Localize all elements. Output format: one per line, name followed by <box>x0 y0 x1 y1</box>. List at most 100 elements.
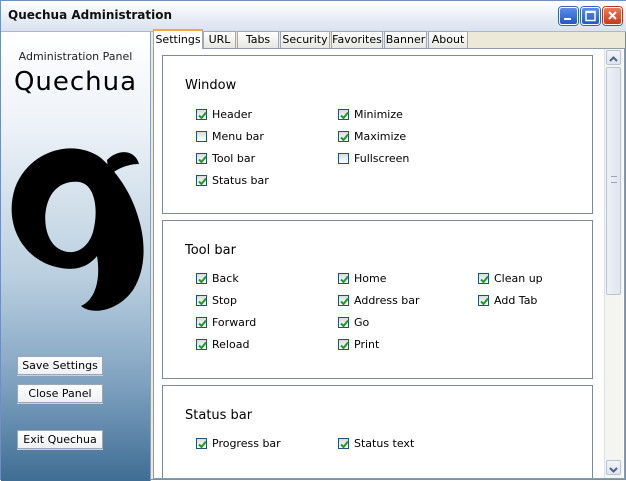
checkbox-box[interactable] <box>338 131 349 142</box>
checkmark-icon <box>198 341 207 350</box>
tab-url[interactable]: URL <box>203 31 236 48</box>
checkmark-icon <box>198 177 207 186</box>
checkmark-icon <box>198 275 207 284</box>
checkbox-tool-bar[interactable]: Tool bar <box>196 152 255 166</box>
tab-security[interactable]: Security <box>280 31 330 48</box>
quechua-logo <box>11 148 144 311</box>
statusbar-group: Status bar Progress bar Status text <box>162 385 593 478</box>
scroll-down-button[interactable] <box>606 460 621 475</box>
checkbox-forward[interactable]: Forward <box>196 316 256 330</box>
window-title: Quechua Administration <box>8 8 173 22</box>
brand-title: Quechua <box>13 67 138 97</box>
checkbox-address-bar[interactable]: Address bar <box>338 294 420 308</box>
checkbox-box[interactable] <box>338 438 349 449</box>
checkbox-progress-bar[interactable]: Progress bar <box>196 437 281 451</box>
window-group: Window Header Menu bar Tool bar Status b… <box>162 55 593 214</box>
checkbox-label: Tool bar <box>212 152 256 165</box>
checkmark-icon <box>198 111 207 120</box>
close-icon <box>608 11 617 20</box>
checkmark-icon <box>340 297 349 306</box>
checkbox-clean-up[interactable]: Clean up <box>478 272 543 286</box>
maximize-button[interactable] <box>581 7 600 25</box>
checkbox-maximize[interactable]: Maximize <box>338 130 406 144</box>
checkbox-label: Status bar <box>212 174 269 187</box>
maximize-icon <box>585 10 596 22</box>
checkbox-go[interactable]: Go <box>338 316 369 330</box>
grip-icon <box>611 176 617 183</box>
exit-quechua-button[interactable]: Exit Quechua <box>17 430 103 449</box>
checkmark-icon <box>198 319 207 328</box>
checkmark-icon <box>340 133 349 142</box>
tab-settings[interactable]: Settings <box>153 29 203 49</box>
checkbox-box[interactable] <box>338 339 349 350</box>
checkmark-icon <box>340 275 349 284</box>
checkbox-box[interactable] <box>196 273 207 284</box>
toolbar-group: Tool bar Back Stop Forward Reload Home A… <box>162 220 593 379</box>
checkbox-box[interactable] <box>338 273 349 284</box>
checkbox-box[interactable] <box>338 295 349 306</box>
panel-label: Administration Panel <box>18 50 133 63</box>
checkbox-box[interactable] <box>478 273 489 284</box>
group-title: Window <box>185 78 237 93</box>
checkbox-label: Reload <box>212 338 250 351</box>
checkbox-label: Status text <box>354 437 415 450</box>
checkbox-status-bar[interactable]: Status bar <box>196 174 269 188</box>
checkbox-fullscreen[interactable]: Fullscreen <box>338 152 409 166</box>
checkbox-header[interactable]: Header <box>196 108 252 122</box>
vertical-scrollbar[interactable] <box>604 49 623 478</box>
checkbox-label: Stop <box>212 294 238 307</box>
checkbox-box[interactable] <box>196 153 207 164</box>
checkbox-label: Menu bar <box>212 130 264 143</box>
checkbox-stop[interactable]: Stop <box>196 294 237 308</box>
scroll-up-button[interactable] <box>606 50 621 65</box>
checkbox-label: Home <box>354 272 387 285</box>
minimize-button[interactable] <box>559 7 578 25</box>
checkbox-minimize[interactable]: Minimize <box>338 108 403 122</box>
checkbox-box[interactable] <box>196 295 207 306</box>
checkbox-box[interactable] <box>478 295 489 306</box>
scroll-thumb[interactable] <box>606 67 621 295</box>
checkbox-box[interactable] <box>196 109 207 120</box>
checkbox-box[interactable] <box>196 339 207 350</box>
checkbox-box[interactable] <box>338 109 349 120</box>
checkbox-box[interactable] <box>338 317 349 328</box>
checkbox-label: Maximize <box>354 130 407 143</box>
checkbox-status-text[interactable]: Status text <box>338 437 414 451</box>
title-bar[interactable]: Quechua Administration <box>1 1 626 32</box>
checkmark-icon <box>480 275 489 284</box>
checkmark-icon <box>340 341 349 350</box>
checkmark-icon <box>198 440 207 449</box>
checkbox-box[interactable] <box>196 131 207 142</box>
scroll-up-icon <box>609 56 618 62</box>
checkbox-reload[interactable]: Reload <box>196 338 249 352</box>
checkbox-label: Print <box>354 338 380 351</box>
checkbox-box[interactable] <box>196 175 207 186</box>
checkbox-home[interactable]: Home <box>338 272 386 286</box>
checkbox-add-tab[interactable]: Add Tab <box>478 294 537 308</box>
sidebar: Administration Panel Quechua Save Settin… <box>1 32 151 481</box>
save-settings-button[interactable]: Save Settings <box>17 356 103 375</box>
tab-favorites[interactable]: Favorites <box>331 31 383 48</box>
group-title: Tool bar <box>185 243 236 258</box>
checkbox-label: Address bar <box>354 294 420 307</box>
checkbox-label: Header <box>212 108 253 121</box>
tab-banner[interactable]: Banner <box>384 31 427 48</box>
checkbox-back[interactable]: Back <box>196 272 239 286</box>
checkbox-label: Fullscreen <box>354 152 410 165</box>
checkmark-icon <box>340 440 349 449</box>
checkbox-box[interactable] <box>196 438 207 449</box>
checkbox-label: Minimize <box>354 108 403 121</box>
checkbox-box[interactable] <box>196 317 207 328</box>
checkbox-menu-bar[interactable]: Menu bar <box>196 130 264 144</box>
settings-panel: Window Header Menu bar Tool bar Status b… <box>153 48 625 479</box>
minimize-icon <box>564 18 571 20</box>
checkbox-print[interactable]: Print <box>338 338 379 352</box>
close-panel-button[interactable]: Close Panel <box>17 384 103 403</box>
checkmark-icon <box>340 111 349 120</box>
tab-tabs[interactable]: Tabs <box>237 31 279 48</box>
checkmark-icon <box>340 319 349 328</box>
close-button[interactable] <box>603 7 622 25</box>
app-window: Quechua Administration Administration Pa… <box>0 0 626 481</box>
tab-about[interactable]: About <box>428 31 468 48</box>
checkbox-box[interactable] <box>338 153 349 164</box>
